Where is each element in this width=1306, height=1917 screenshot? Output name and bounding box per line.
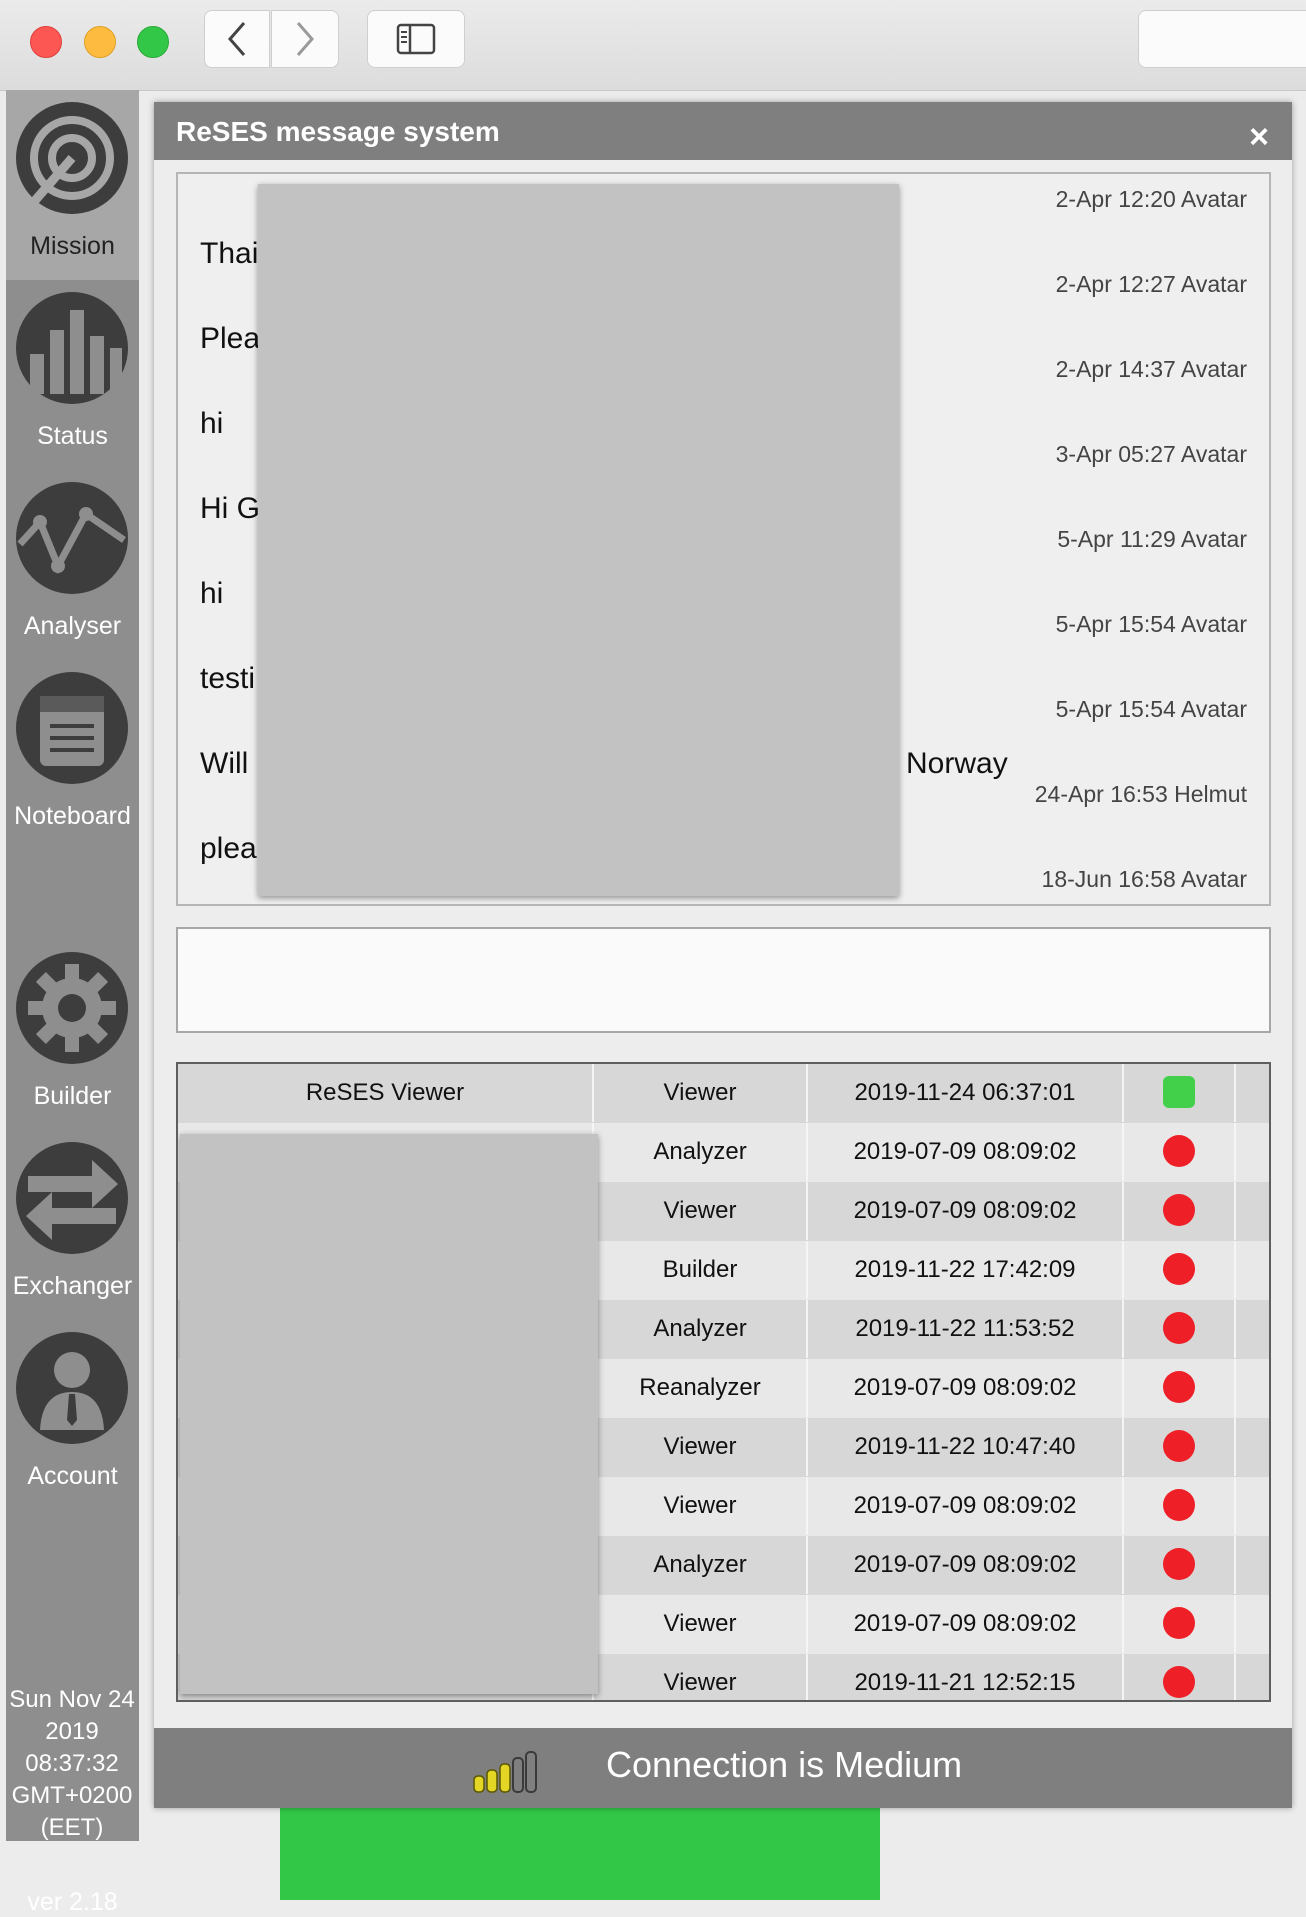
nav-item-label: Mission (30, 232, 115, 260)
nav-item-builder[interactable]: Builder (6, 940, 139, 1130)
browser-toolbar (0, 0, 1306, 91)
user-role: Builder (594, 1241, 808, 1299)
nav-item-status[interactable]: Status (6, 280, 139, 470)
user-last-seen: 2019-07-09 08:09:02 (808, 1123, 1124, 1181)
address-bar[interactable] (1138, 10, 1306, 68)
app-version: ver 2.18 (27, 1888, 118, 1916)
signal-strength-icon (473, 1751, 537, 1793)
user-role: Analyzer (594, 1536, 808, 1594)
user-name: ReSES Viewer (178, 1064, 594, 1122)
user-role: Viewer (594, 1418, 808, 1476)
offline-indicator-icon (1163, 1194, 1195, 1226)
user-role: Analyzer (594, 1123, 808, 1181)
notepad-icon (16, 672, 128, 784)
status-badge (1124, 1064, 1236, 1122)
user-role: Viewer (594, 1654, 808, 1700)
user-role: Viewer (594, 1064, 808, 1122)
user-role: Viewer (594, 1477, 808, 1535)
status-badge (1124, 1477, 1236, 1535)
nav-item-mission[interactable]: Mission (6, 90, 139, 280)
nav-item-label: Builder (33, 1082, 112, 1110)
status-badge (1124, 1123, 1236, 1181)
redacted-overlay (180, 1134, 598, 1694)
message-system-dialog: ReSES message system × 2-Apr 12:20 Avata… (154, 102, 1292, 1808)
nav-item-noteboard[interactable]: Noteboard (6, 660, 139, 850)
nav-item-label: Account (27, 1462, 118, 1490)
dialog-footer: Connection is Medium (154, 1728, 1292, 1808)
user-role: Analyzer (594, 1300, 808, 1358)
close-icon[interactable]: × (1244, 120, 1274, 154)
message-input[interactable] (176, 927, 1271, 1033)
offline-indicator-icon (1163, 1253, 1195, 1285)
status-badge (1124, 1300, 1236, 1358)
offline-indicator-icon (1163, 1135, 1195, 1167)
nav-item-label: Exchanger (12, 1272, 133, 1300)
forward-button[interactable] (271, 10, 339, 68)
online-indicator-icon (1163, 1076, 1195, 1108)
offline-indicator-icon (1163, 1607, 1195, 1639)
status-badge (1124, 1359, 1236, 1417)
connection-status: Connection is Medium (606, 1744, 963, 1785)
back-button[interactable] (204, 10, 270, 68)
nav-item-exchanger[interactable]: Exchanger (6, 1130, 139, 1320)
offline-indicator-icon (1163, 1371, 1195, 1403)
user-last-seen: 2019-11-22 11:53:52 (808, 1300, 1124, 1358)
nav-item-analyser[interactable]: Analyser (6, 470, 139, 660)
user-last-seen: 2019-07-09 08:09:02 (808, 1536, 1124, 1594)
current-datetime: Sun Nov 24 2019 08:37:32 GMT+0200 (EET) (9, 1686, 135, 1841)
message-meta: 18-Jun 16:58 Avatar (1041, 866, 1247, 892)
bar-chart-icon (16, 292, 128, 404)
dialog-title: ReSES message system (176, 116, 500, 147)
status-badge (1124, 1241, 1236, 1299)
user-last-seen: 2019-11-21 12:52:15 (808, 1654, 1124, 1700)
user-role: Reanalyzer (594, 1359, 808, 1417)
offline-indicator-icon (1163, 1312, 1195, 1344)
chevron-right-icon (296, 22, 314, 56)
nav-item-label: Noteboard (14, 802, 131, 830)
users-table: ReSES Viewer Viewer 2019-11-24 06:37:01 … (176, 1062, 1271, 1702)
user-last-seen: 2019-11-22 10:47:40 (808, 1418, 1124, 1476)
app-sidebar: Mission Status Analyser Noteboard Builde… (6, 90, 139, 1916)
user-role: Viewer (594, 1595, 808, 1653)
maximize-window-button[interactable] (137, 26, 169, 58)
redacted-overlay (258, 184, 899, 896)
pulse-icon (16, 482, 128, 594)
offline-indicator-icon (1163, 1430, 1195, 1462)
nav-item-account[interactable]: Account (6, 1320, 139, 1510)
close-window-button[interactable] (30, 26, 62, 58)
user-last-seen: 2019-11-22 17:42:09 (808, 1241, 1124, 1299)
user-last-seen: 2019-11-24 06:37:01 (808, 1064, 1124, 1122)
status-badge (1124, 1418, 1236, 1476)
chevron-left-icon (228, 22, 246, 56)
user-icon (16, 1332, 128, 1444)
status-badge (1124, 1595, 1236, 1653)
user-last-seen: 2019-07-09 08:09:02 (808, 1182, 1124, 1240)
offline-indicator-icon (1163, 1489, 1195, 1521)
user-last-seen: 2019-07-09 08:09:02 (808, 1359, 1124, 1417)
offline-indicator-icon (1163, 1548, 1195, 1580)
exchange-icon (16, 1142, 128, 1254)
message-list[interactable]: 2-Apr 12:20 Avatar Thai 2-Apr 12:27 Avat… (176, 172, 1271, 906)
status-badge (1124, 1654, 1236, 1700)
nav-item-label: Status (37, 422, 108, 450)
target-icon (16, 102, 128, 214)
nav-item-label: Analyser (23, 612, 122, 640)
user-last-seen: 2019-07-09 08:09:02 (808, 1595, 1124, 1653)
sidebar-icon (396, 23, 436, 55)
status-badge (1124, 1182, 1236, 1240)
dialog-header: ReSES message system × (154, 102, 1292, 160)
offline-indicator-icon (1163, 1666, 1195, 1698)
sidebar-toggle-button[interactable] (367, 10, 465, 68)
table-row[interactable]: ReSES Viewer Viewer 2019-11-24 06:37:01 (178, 1064, 1269, 1123)
user-last-seen: 2019-07-09 08:09:02 (808, 1477, 1124, 1535)
user-role: Viewer (594, 1182, 808, 1240)
status-badge (1124, 1536, 1236, 1594)
minimize-window-button[interactable] (84, 26, 116, 58)
gear-icon (16, 952, 128, 1064)
